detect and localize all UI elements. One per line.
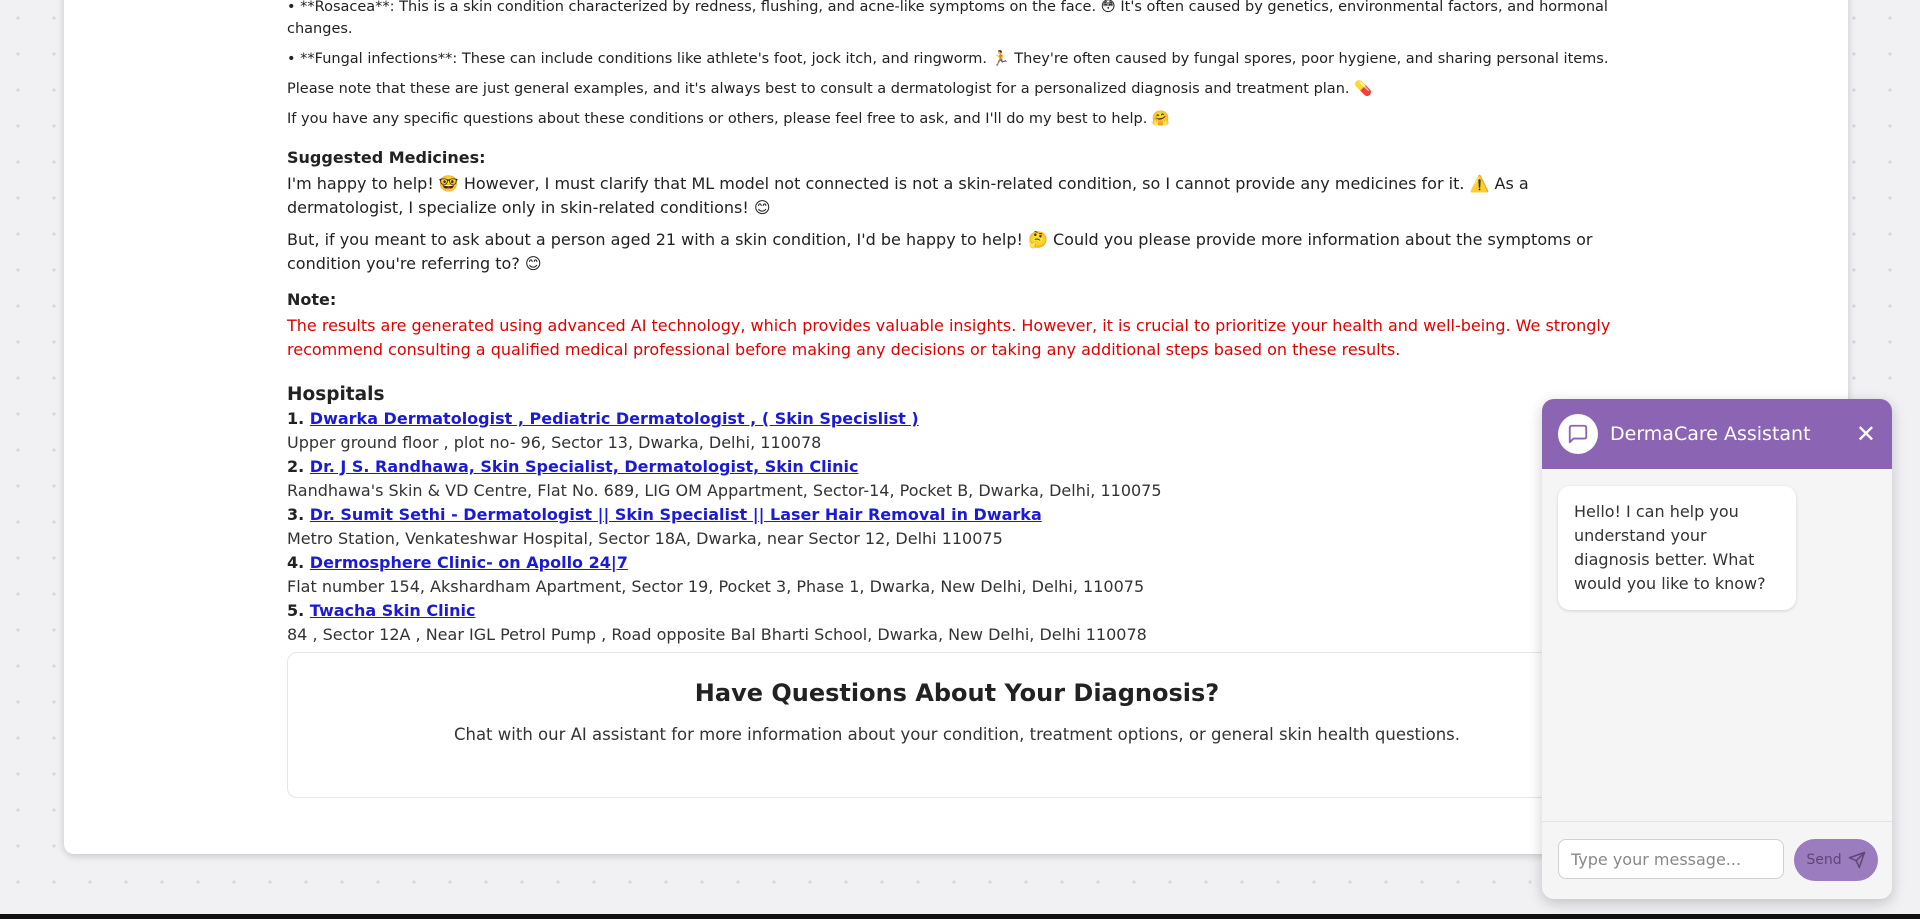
condition-bullet: • **Fungal infections**: These can inclu… — [287, 51, 1609, 67]
questions-subtitle: Chat with our AI assistant for more info… — [453, 725, 1461, 744]
hospital-entry: 2. Dr. J S. Randhawa, Skin Specialist, D… — [287, 455, 1617, 479]
hospital-link[interactable]: Dr. J S. Randhawa, Skin Specialist, Derm… — [310, 457, 859, 476]
close-icon[interactable]: ✕ — [1856, 420, 1876, 448]
hospital-number: 2. — [287, 457, 305, 476]
chat-title: DermaCare Assistant — [1610, 423, 1811, 445]
assistant-message: Hello! I can help you understand your di… — [1558, 486, 1796, 610]
send-icon — [1848, 851, 1865, 869]
chat-input-bar: Send — [1542, 821, 1892, 899]
hospital-address: Metro Station, Venkateshwar Hospital, Se… — [287, 529, 1003, 548]
diagnosis-note: If you have any specific questions about… — [287, 111, 1170, 127]
send-button[interactable]: Send — [1794, 839, 1878, 881]
note-heading: Note: — [287, 290, 337, 309]
medicines-paragraph: But, if you meant to ask about a person … — [287, 230, 1593, 273]
hospital-number: 4. — [287, 553, 305, 572]
condition-bullet: • **Rosacea**: This is a skin condition … — [287, 0, 1608, 37]
hospital-address: Flat number 154, Akshardham Apartment, S… — [287, 577, 1145, 596]
chat-header: DermaCare Assistant ✕ — [1542, 399, 1892, 469]
hospital-entry: 3. Dr. Sumit Sethi - Dermatologist || Sk… — [287, 503, 1617, 527]
questions-title: Have Questions About Your Diagnosis? — [694, 679, 1220, 707]
hospital-link[interactable]: Twacha Skin Clinic — [310, 601, 476, 620]
medicines-paragraph: I'm happy to help! 🤓 However, I must cla… — [287, 174, 1529, 217]
medicines-heading: Suggested Medicines: — [287, 148, 486, 167]
hospital-number: 3. — [287, 505, 305, 524]
message-input[interactable] — [1558, 839, 1784, 879]
hospital-link[interactable]: Dermosphere Clinic- on Apollo 24|7 — [310, 553, 628, 572]
note-text: The results are generated using advanced… — [287, 316, 1611, 359]
window-bottom-edge — [0, 914, 1920, 919]
chat-bubble-icon — [1558, 414, 1598, 454]
questions-box: Have Questions About Your Diagnosis? Cha… — [287, 652, 1627, 798]
hospital-entry: 5. Twacha Skin Clinic — [287, 599, 1617, 623]
hospital-link[interactable]: Dr. Sumit Sethi - Dermatologist || Skin … — [310, 505, 1042, 524]
hospital-address: Randhawa's Skin & VD Centre, Flat No. 68… — [287, 481, 1162, 500]
results-content: • **Rosacea**: This is a skin condition … — [287, 0, 1617, 647]
diagnosis-note: Please note that these are just general … — [287, 81, 1373, 97]
hospital-entry: 1. Dwarka Dermatologist , Pediatric Derm… — [287, 407, 1617, 431]
hospital-address: 84 , Sector 12A , Near IGL Petrol Pump ,… — [287, 625, 1147, 644]
hospital-address: Upper ground floor , plot no- 96, Sector… — [287, 433, 822, 452]
hospitals-heading: Hospitals — [287, 384, 385, 405]
chat-panel: DermaCare Assistant ✕ Hello! I can help … — [1542, 399, 1892, 899]
hospital-link[interactable]: Dwarka Dermatologist , Pediatric Dermato… — [310, 409, 919, 428]
hospital-number: 1. — [287, 409, 305, 428]
hospital-entry: 4. Dermosphere Clinic- on Apollo 24|7 — [287, 551, 1617, 575]
hospital-number: 5. — [287, 601, 305, 620]
send-label: Send — [1806, 852, 1842, 868]
